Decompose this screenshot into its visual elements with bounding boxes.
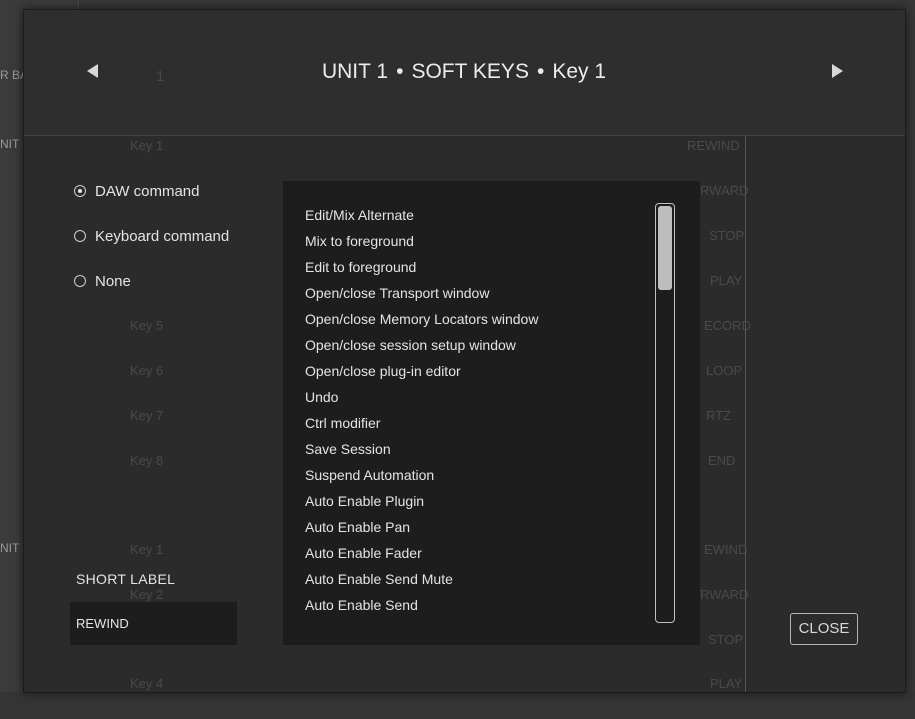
ghost-action: STOP [709,228,745,243]
ghost-key: Key 1 [130,138,164,153]
command-item[interactable]: Mix to foreground [305,233,414,249]
next-arrow-icon[interactable] [832,64,843,78]
ghost-key: Key 1 [130,542,164,557]
ghost-action: RTZ [706,408,732,423]
short-label-input[interactable] [70,602,237,645]
radio-keyboard-command[interactable]: Keyboard command [74,226,229,246]
background-bottom-bar [0,692,915,719]
command-item[interactable]: Auto Enable Send Mute [305,571,453,587]
command-item[interactable]: Suspend Automation [305,467,434,483]
ghost-action: RWARD [700,183,749,198]
radio-label: Keyboard command [95,227,230,245]
command-item[interactable]: Ctrl modifier [305,415,380,431]
ghost-action: END [708,453,736,468]
radio-unchecked-icon[interactable] [74,275,86,287]
title-unit: UNIT 1 [321,60,389,83]
command-item[interactable]: Open/close session setup window [305,337,516,353]
ghost-key: Key 8 [130,453,164,468]
ghost-action: ECORD [704,318,751,333]
command-item[interactable]: Open/close Transport window [305,285,489,301]
modal-title: UNIT 1 • SOFT KEYS • Key 1 [164,60,764,84]
ghost-key: Key 6 [130,363,164,378]
list-scrollbar[interactable] [655,203,675,623]
title-key: Key 1 [552,60,607,83]
ghost-action: PLAY [710,676,743,691]
command-item[interactable]: Open/close plug-in editor [305,363,461,379]
ghost-action: LOOP [706,363,743,378]
command-item[interactable]: Auto Enable Pan [305,519,410,535]
command-item[interactable]: Undo [305,389,338,405]
title-section: SOFT KEYS [411,60,529,83]
ghost-key: Key 2 [130,587,164,602]
radio-checked-icon[interactable] [74,185,86,197]
scrollbar-thumb[interactable] [658,206,672,290]
previous-arrow-icon[interactable] [87,64,98,78]
command-item[interactable]: Auto Enable Send [305,597,418,613]
soft-key-modal: 1 UNIT 1 • SOFT KEYS • Key 1 Key 1 REWIND RW… [23,9,906,693]
ghost-action: PLAY [710,273,743,288]
command-list[interactable]: Edit/Mix Alternate Mix to foreground Edi… [283,181,700,645]
ghost-action: STOP [708,632,744,647]
radio-none[interactable]: None [74,271,131,291]
radio-unchecked-icon[interactable] [74,230,86,242]
ghost-action: REWIND [687,138,740,153]
command-item[interactable]: Auto Enable Fader [305,545,422,561]
radio-label: DAW command [95,182,200,200]
command-item[interactable]: Edit to foreground [305,259,416,275]
ghost-action: EWIND [704,542,748,557]
short-label-title: SHORT LABEL [76,571,176,587]
ghost-key: Key 5 [130,318,164,333]
ghost-key: Key 4 [130,676,164,691]
title-separator: • [396,60,404,83]
title-separator: • [536,60,545,83]
radio-daw-command[interactable]: DAW command [74,181,199,201]
close-button[interactable]: CLOSE [790,613,858,645]
command-item[interactable]: Edit/Mix Alternate [305,207,414,223]
command-item[interactable]: Open/close Memory Locators window [305,311,538,327]
modal-header: 1 UNIT 1 • SOFT KEYS • Key 1 [24,10,905,136]
command-item[interactable]: Save Session [305,441,391,457]
right-divider [745,136,746,692]
ghost-key: Key 7 [130,408,164,423]
radio-label: None [95,272,131,290]
command-item[interactable]: Auto Enable Plugin [305,493,424,509]
ghost-action: RWARD [700,587,749,602]
